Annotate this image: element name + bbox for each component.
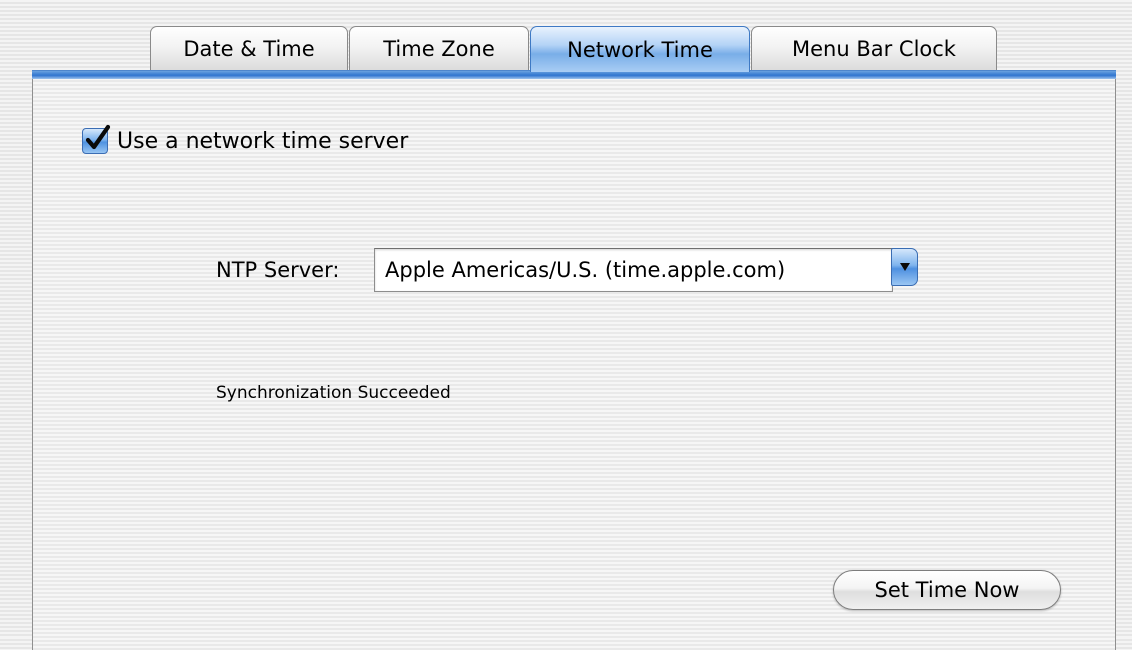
- ntp-server-value[interactable]: Apple Americas/U.S. (time.apple.com): [385, 258, 785, 282]
- tab-network-time[interactable]: Network Time: [530, 26, 750, 72]
- set-time-now-button[interactable]: Set Time Now: [833, 570, 1061, 610]
- tab-panel: [32, 70, 1116, 650]
- checkbox-box[interactable]: [82, 124, 111, 154]
- use-network-time-server-label: Use a network time server: [117, 128, 409, 154]
- sync-status-text: Synchronization Succeeded: [216, 383, 451, 403]
- ntp-server-label: NTP Server:: [216, 258, 340, 282]
- checkmark-icon: [85, 124, 111, 150]
- tab-bar: Date & Time Time Zone Network Time Menu …: [150, 26, 998, 72]
- ntp-server-dropdown-button[interactable]: [891, 248, 918, 286]
- chevron-down-icon: [899, 263, 910, 271]
- use-network-time-server-checkbox[interactable]: Use a network time server: [82, 124, 409, 154]
- tab-date-time[interactable]: Date & Time: [150, 26, 348, 70]
- ntp-server-field[interactable]: Apple Americas/U.S. (time.apple.com): [374, 248, 893, 292]
- tab-menu-bar-clock[interactable]: Menu Bar Clock: [751, 26, 997, 70]
- tab-time-zone[interactable]: Time Zone: [349, 26, 529, 70]
